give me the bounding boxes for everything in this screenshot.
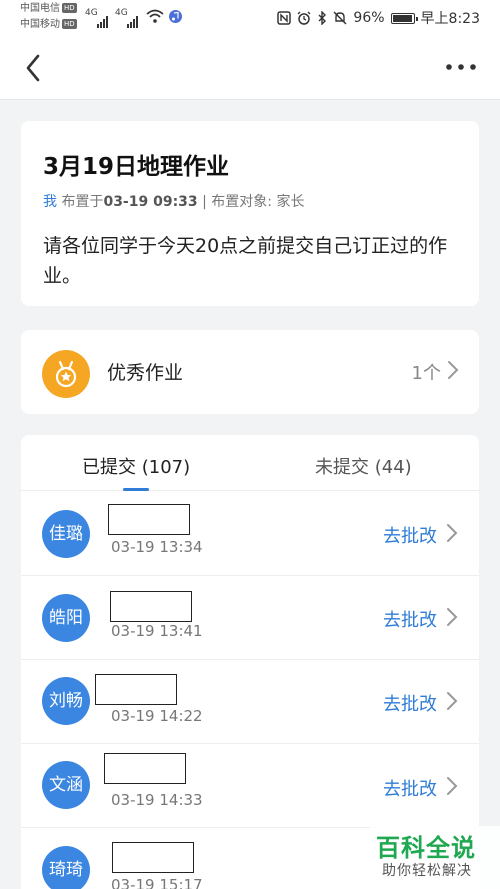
clock: 早上8:23 [420,11,480,27]
signal-icon [97,9,109,28]
battery-percent: 96% [353,10,385,26]
more-icon[interactable] [444,58,478,76]
watermark-sub: 助你轻松解决 [382,863,472,879]
avatar: 文涵 [42,761,90,809]
submission-time: 03-19 15:17 [111,876,203,889]
avatar: 琦琦 [42,846,90,889]
signal-icon [127,9,139,28]
wifi-icon [146,9,164,23]
tab-active-indicator [123,488,149,491]
submission-list-card: 已提交 (107) 未提交 (44) 佳璐 03-19 13:34 去批改 皓阳… [21,435,479,889]
excellent-homework-count: 1个 [411,363,441,384]
status-bar: 中国电信 HD 中国移动 HD 4G 4G 96% 早上8:23 [0,0,500,36]
homework-meta: 我 布置于03-19 09:33 | 布置对象: 家长 [43,191,457,211]
redacted-name-box [95,674,177,705]
submission-time: 03-19 14:33 [111,791,203,809]
watermark-main: 百科全说 [376,834,476,862]
avatar: 佳璐 [42,510,90,558]
alarm-icon [297,11,311,25]
network-type-2: 4G [115,8,128,18]
nfc-icon [277,11,292,25]
excellent-homework-row[interactable]: 优秀作业 1个 [21,330,479,414]
chevron-right-icon [447,777,458,795]
chevron-right-icon [447,608,458,626]
tab-unsubmitted[interactable]: 未提交 (44) [315,453,412,479]
author-link[interactable]: 我 [43,194,57,210]
submission-time: 03-19 13:34 [111,538,203,556]
submission-tabs: 已提交 (107) 未提交 (44) [21,435,479,491]
redacted-name-box [112,842,194,873]
back-icon[interactable] [20,50,48,86]
music-icon [169,10,182,23]
medal-icon [42,350,90,398]
avatar: 刘畅 [42,677,90,725]
submission-row[interactable]: 皓阳 03-19 13:41 去批改 [21,576,479,660]
submission-row[interactable]: 佳璐 03-19 13:34 去批改 [21,492,479,576]
redacted-name-box [104,753,186,784]
battery-icon [390,12,418,24]
review-button[interactable]: 去批改 [383,606,437,632]
hd-badge: HD [62,19,77,29]
homework-description: 请各位同学于今天20点之前提交自己订正过的作业。 [43,235,448,287]
tab-submitted[interactable]: 已提交 (107) [82,453,190,479]
carrier-2-label: 中国移动 [20,19,60,30]
mute-icon [333,11,347,25]
submission-time: 03-19 13:41 [111,622,203,640]
carrier-1: 中国电信 HD [20,3,77,15]
network-type-1: 4G [85,8,98,18]
watermark-logo: 百科全说 助你轻松解决 [370,826,500,889]
hd-badge: HD [62,3,77,13]
carrier-1-label: 中国电信 [20,3,60,14]
assigned-target: | 布置对象: 家长 [197,194,305,210]
chevron-right-icon [447,524,458,542]
homework-title: 3月19日地理作业 [43,154,230,180]
avatar: 皓阳 [42,594,90,642]
assigned-prefix: 布置于 [57,194,104,210]
review-button[interactable]: 去批改 [383,522,437,548]
redacted-name-box [108,504,190,535]
carrier-2: 中国移动 HD [20,19,77,31]
submission-time: 03-19 14:22 [111,707,203,725]
review-button[interactable]: 去批改 [383,690,437,716]
submission-row[interactable]: 刘畅 03-19 14:22 去批改 [21,660,479,744]
bluetooth-icon [318,11,327,25]
redacted-name-box [110,591,192,622]
submission-row[interactable]: 文涵 03-19 14:33 去批改 [21,744,479,828]
chevron-right-icon [448,361,459,379]
chevron-right-icon [447,692,458,710]
review-button[interactable]: 去批改 [383,775,437,801]
assigned-time: 03-19 09:33 [103,194,198,210]
excellent-homework-label: 优秀作业 [107,362,184,384]
nav-bar [0,36,500,100]
status-right: 96% 早上8:23 [277,8,480,28]
homework-card: 3月19日地理作业 我 布置于03-19 09:33 | 布置对象: 家长 请各… [21,121,479,306]
